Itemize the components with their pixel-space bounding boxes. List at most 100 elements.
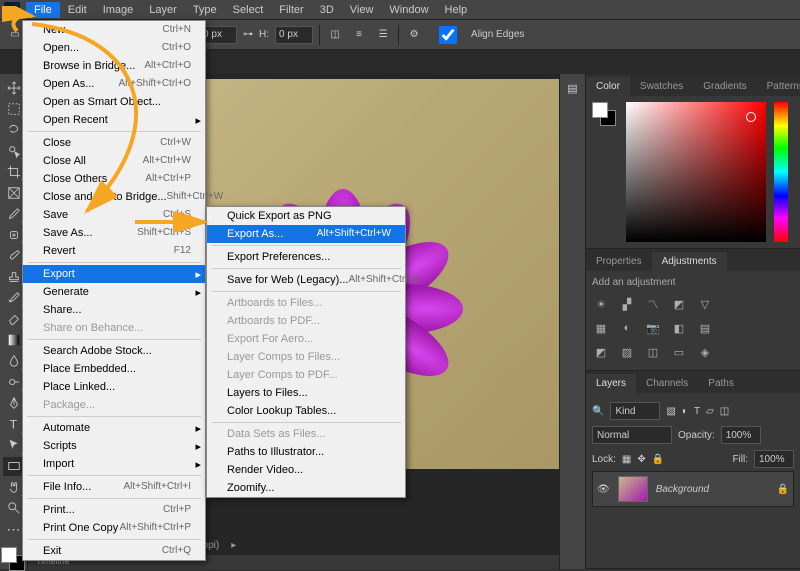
menu-item[interactable]: Scripts▸	[23, 437, 205, 455]
threshold-icon[interactable]: ◫	[644, 344, 662, 360]
menu-item[interactable]: Browse in Bridge...Alt+Ctrl+O	[23, 57, 205, 75]
panel-tab[interactable]: Gradients	[693, 77, 756, 96]
fill-input[interactable]	[754, 450, 794, 468]
menu-item[interactable]: Open as Smart Object...	[23, 93, 205, 111]
menu-item[interactable]: Save for Web (Legacy)...Alt+Shift+Ctrl+S	[207, 271, 405, 289]
menu-window[interactable]: Window	[381, 2, 436, 18]
exposure-icon[interactable]: ◩	[670, 296, 688, 312]
panel-tab[interactable]: Paths	[698, 374, 744, 393]
panel-tab[interactable]: Color	[586, 77, 630, 96]
menu-item[interactable]: CloseCtrl+W	[23, 134, 205, 152]
menu-item[interactable]: Search Adobe Stock...	[23, 342, 205, 360]
menu-item[interactable]: RevertF12	[23, 242, 205, 260]
settings-icon[interactable]: ⚙	[405, 26, 423, 44]
menu-item[interactable]: Color Lookup Tables...	[207, 402, 405, 420]
filter-smart-icon[interactable]: ◫	[720, 406, 729, 417]
menu-image[interactable]: Image	[95, 2, 142, 18]
menu-item[interactable]: File Info...Alt+Shift+Ctrl+I	[23, 478, 205, 496]
menu-item[interactable]: New...Ctrl+N	[23, 21, 205, 39]
menu-item[interactable]: Export Preferences...	[207, 248, 405, 266]
panel-tab[interactable]: Patterns	[757, 77, 800, 96]
opacity-input[interactable]	[721, 426, 761, 444]
bw-icon[interactable]: ◐	[618, 320, 636, 336]
lock-position-icon[interactable]: ✥	[637, 454, 645, 465]
status-arrow-icon[interactable]: ▸	[231, 540, 236, 551]
menu-item: Export For Aero...	[207, 330, 405, 348]
filter-type-icon[interactable]: T	[694, 406, 700, 417]
channel-mixer-icon[interactable]: ◧	[670, 320, 688, 336]
lut-icon[interactable]: ▤	[696, 320, 714, 336]
panel-tab[interactable]: Layers	[586, 374, 636, 393]
menu-item[interactable]: Print...Ctrl+P	[23, 501, 205, 519]
blend-mode-select[interactable]	[592, 426, 672, 444]
menu-item[interactable]: Import▸	[23, 455, 205, 473]
menu-item[interactable]: Open As...Alt+Shift+Ctrl+O	[23, 75, 205, 93]
layer-thumbnail[interactable]	[618, 476, 648, 502]
filter-shape-icon[interactable]: ▱	[706, 406, 714, 417]
menu-item[interactable]: Export As...Alt+Shift+Ctrl+W	[207, 225, 405, 243]
menu-3d[interactable]: 3D	[312, 2, 342, 18]
menu-item[interactable]: Quick Export as PNG	[207, 207, 405, 225]
levels-icon[interactable]: ▞	[618, 296, 636, 312]
layer-row[interactable]: 👁 Background 🔒	[592, 471, 794, 507]
color-picker-field[interactable]	[626, 102, 766, 242]
menu-view[interactable]: View	[342, 2, 382, 18]
menu-file[interactable]: File	[26, 2, 60, 18]
vibrance-icon[interactable]: ▽	[696, 296, 714, 312]
layer-filter-input[interactable]	[610, 402, 660, 420]
hue-icon[interactable]: ▦	[592, 320, 610, 336]
panel-tab[interactable]: Properties	[586, 252, 652, 271]
menu-item[interactable]: Paths to Illustrator...	[207, 443, 405, 461]
lock-all-icon[interactable]: 🔒	[652, 454, 664, 465]
menu-item[interactable]: Save As...Shift+Ctrl+S	[23, 224, 205, 242]
menu-item[interactable]: Generate▸	[23, 283, 205, 301]
menu-item[interactable]: Close OthersAlt+Ctrl+P	[23, 170, 205, 188]
menu-item[interactable]: SaveCtrl+S	[23, 206, 205, 224]
menu-edit[interactable]: Edit	[60, 2, 95, 18]
menu-type[interactable]: Type	[185, 2, 225, 18]
posterize-icon[interactable]: ▨	[618, 344, 636, 360]
menu-item[interactable]: Open...Ctrl+O	[23, 39, 205, 57]
menu-select[interactable]: Select	[225, 2, 272, 18]
path-combine-icon[interactable]: ◫	[326, 26, 344, 44]
menu-item[interactable]: Print One CopyAlt+Shift+Ctrl+P	[23, 519, 205, 537]
align-edges-checkbox[interactable]: Align Edges	[429, 26, 524, 44]
invert-icon[interactable]: ◩	[592, 344, 610, 360]
lock-pixels-icon[interactable]: ▦	[622, 454, 631, 465]
height-input[interactable]	[275, 26, 313, 44]
panel-tab[interactable]: Swatches	[630, 77, 693, 96]
path-arrange-icon[interactable]: ☰	[374, 26, 392, 44]
photo-filter-icon[interactable]: 📷	[644, 320, 662, 336]
filter-adj-icon[interactable]: ◐	[682, 406, 688, 417]
panel-tab[interactable]: Channels	[636, 374, 698, 393]
curves-icon[interactable]: 〽	[644, 296, 662, 312]
selective-icon[interactable]: ◈	[696, 344, 714, 360]
menu-item[interactable]: Automate▸	[23, 419, 205, 437]
hue-slider[interactable]	[774, 102, 788, 242]
menu-item[interactable]: Open Recent▸	[23, 111, 205, 129]
menu-item[interactable]: ExitCtrl+Q	[23, 542, 205, 560]
filter-pixel-icon[interactable]: ▧	[666, 406, 675, 417]
menu-item[interactable]: Render Video...	[207, 461, 405, 479]
layer-name[interactable]: Background	[656, 484, 709, 495]
menu-filter[interactable]: Filter	[271, 2, 311, 18]
menubar: Ps FileEditImageLayerTypeSelectFilter3DV…	[0, 0, 800, 20]
menu-item: Data Sets as Files...	[207, 425, 405, 443]
menu-item[interactable]: Export▸	[23, 265, 205, 283]
menu-item[interactable]: Place Embedded...	[23, 360, 205, 378]
menu-item[interactable]: Close AllAlt+Ctrl+W	[23, 152, 205, 170]
path-align-icon[interactable]: ≡	[350, 26, 368, 44]
menu-item[interactable]: Layers to Files...	[207, 384, 405, 402]
menu-item[interactable]: Place Linked...	[23, 378, 205, 396]
brightness-icon[interactable]: ☀	[592, 296, 610, 312]
menu-item[interactable]: Close and Go to Bridge...Shift+Ctrl+W	[23, 188, 205, 206]
menu-layer[interactable]: Layer	[141, 2, 185, 18]
visibility-icon[interactable]: 👁	[597, 484, 610, 495]
panel-icon[interactable]: ▤	[567, 82, 577, 95]
menu-item[interactable]: Share...	[23, 301, 205, 319]
menu-item[interactable]: Zoomify...	[207, 479, 405, 497]
link-wh-icon[interactable]: ⊶	[243, 29, 253, 40]
menu-help[interactable]: Help	[437, 2, 476, 18]
panel-tab[interactable]: Adjustments	[652, 252, 727, 271]
gradient-map-icon[interactable]: ▭	[670, 344, 688, 360]
